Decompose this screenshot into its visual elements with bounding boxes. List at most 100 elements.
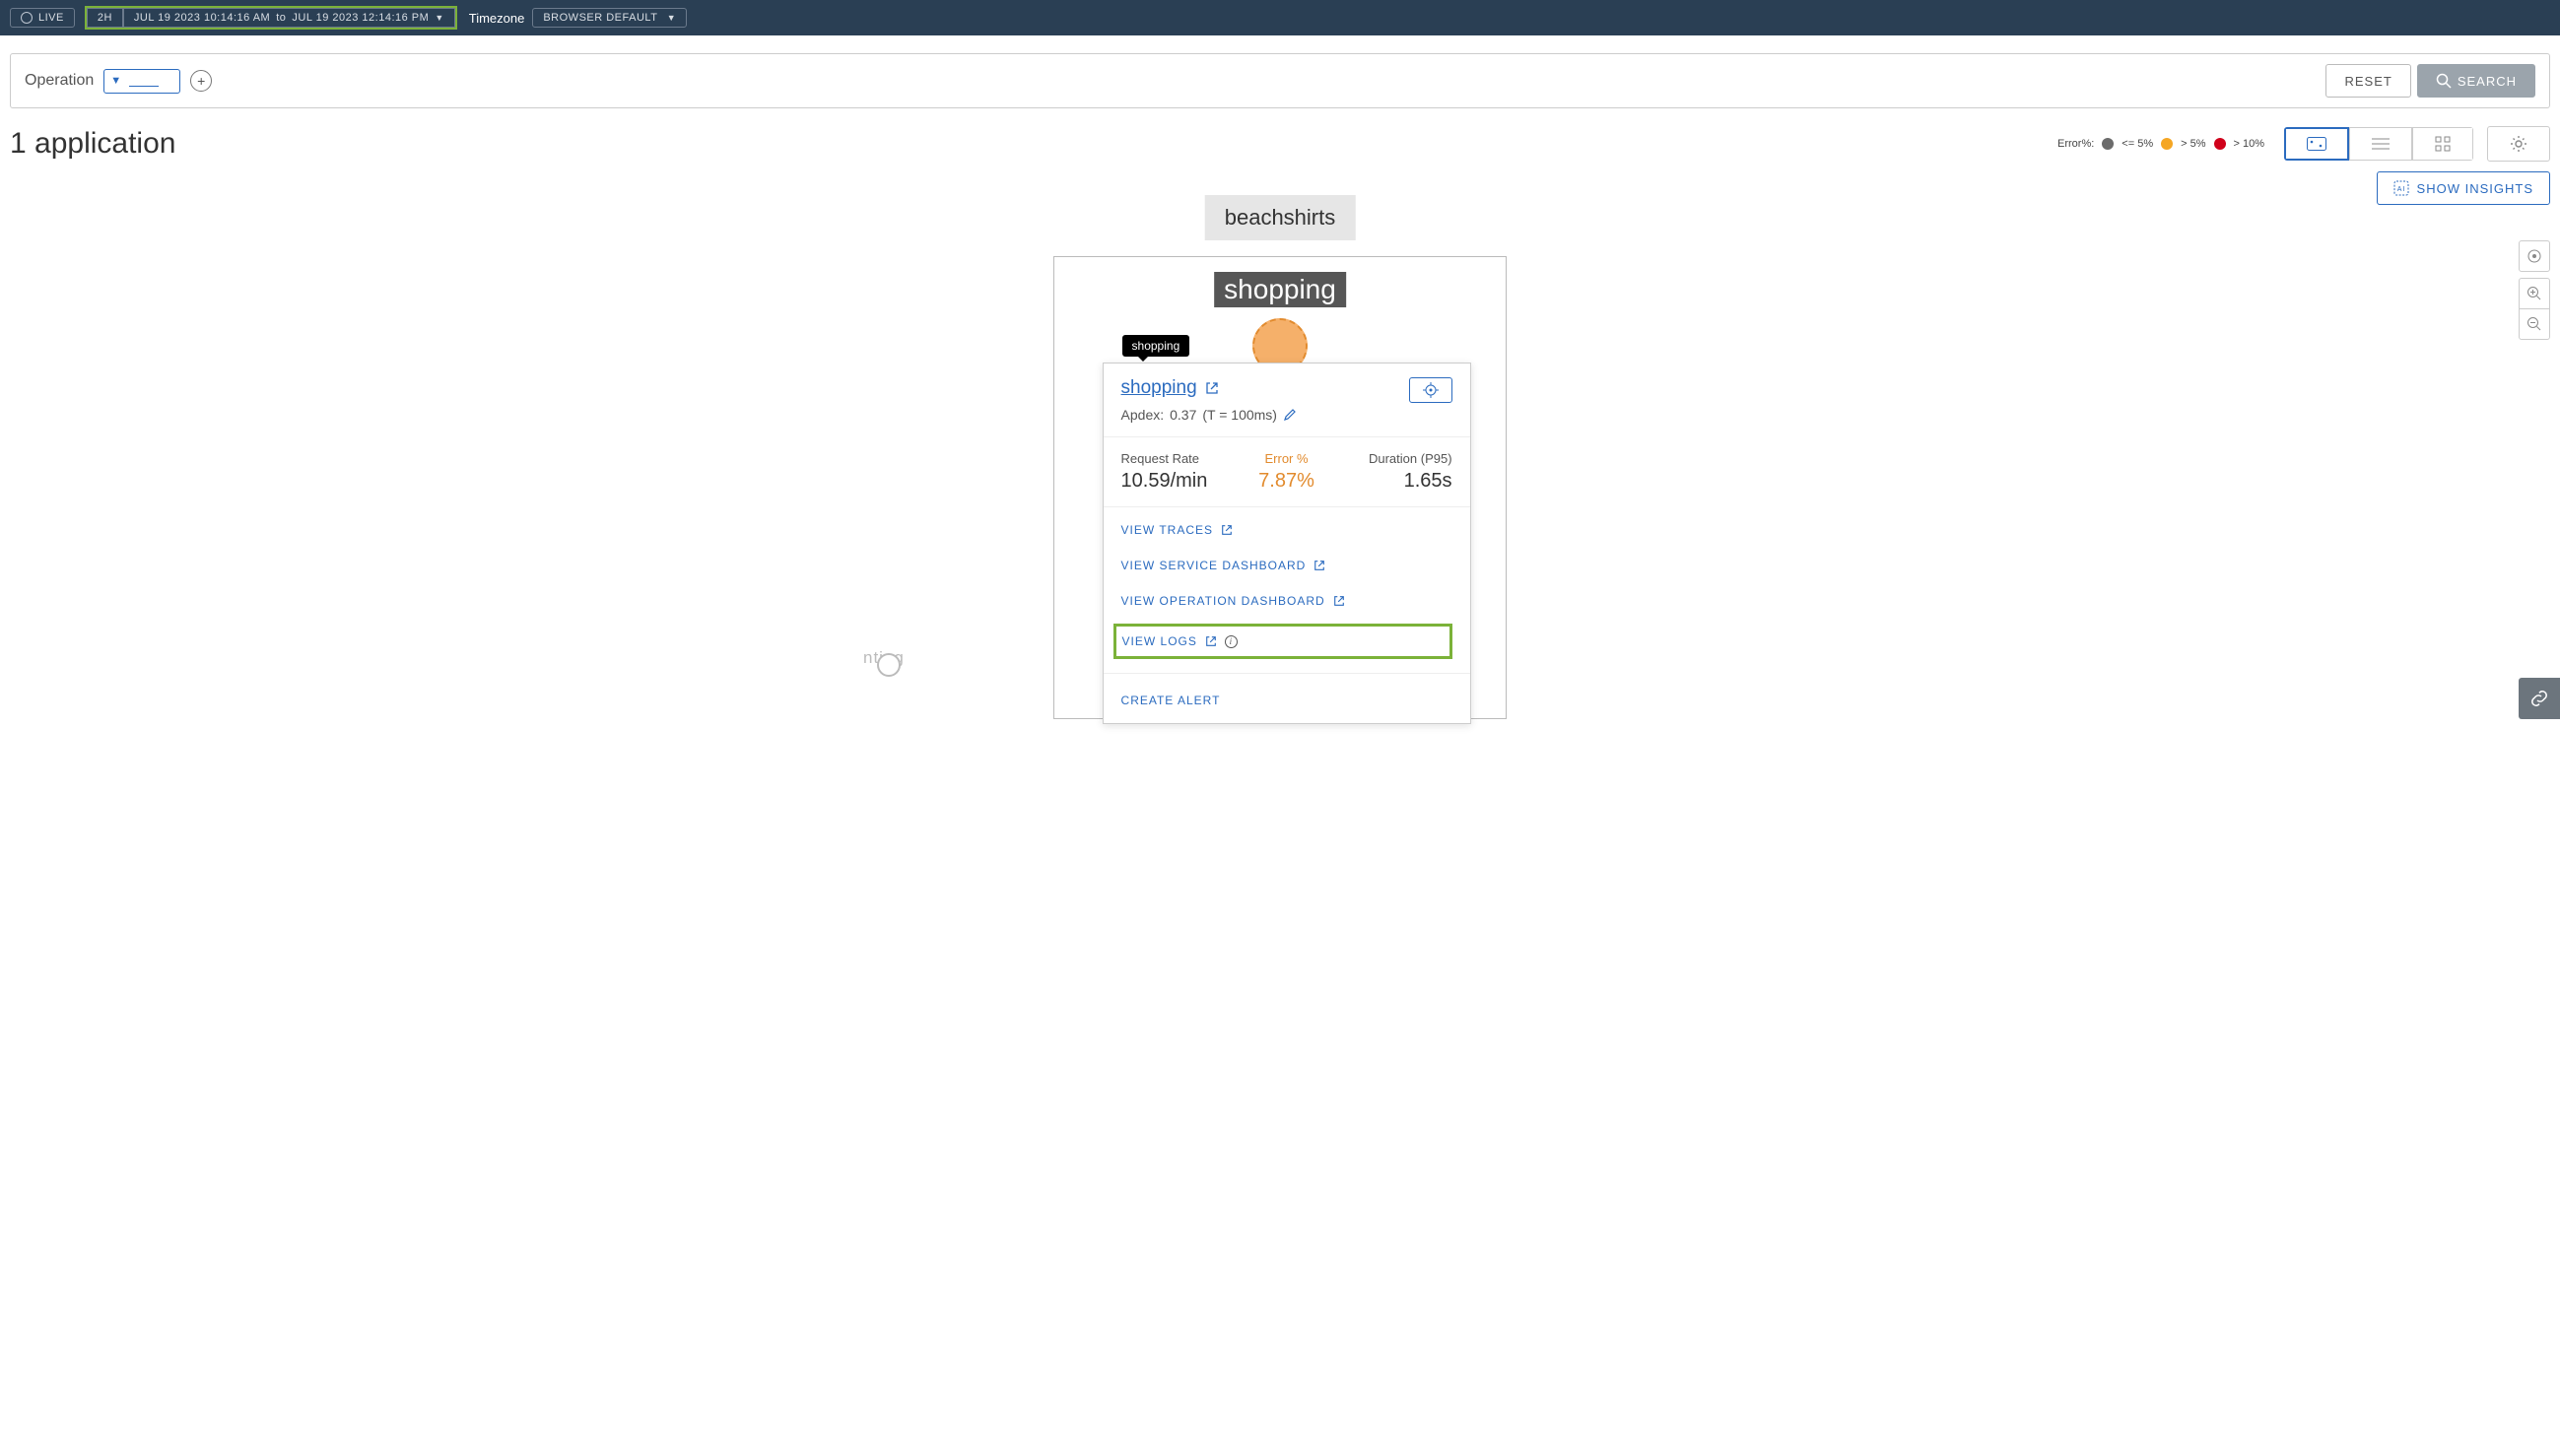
metric-label: Request Rate bbox=[1121, 451, 1232, 466]
service-title-link[interactable]: shopping bbox=[1121, 377, 1197, 399]
service-popover: shopping Apdex: 0.37 (T = 100ms) bbox=[1103, 363, 1471, 724]
view-operation-dashboard-link[interactable]: VIEW OPERATION DASHBOARD bbox=[1121, 588, 1452, 614]
show-insights-label: SHOW INSIGHTS bbox=[2417, 181, 2533, 196]
link-label: VIEW OPERATION DASHBOARD bbox=[1121, 594, 1325, 608]
chevron-down-icon: ▼ bbox=[667, 13, 676, 23]
grid-view-icon bbox=[2435, 136, 2451, 152]
duration-pill[interactable]: 2H bbox=[87, 8, 123, 28]
search-button[interactable]: SEARCH bbox=[2417, 64, 2535, 98]
info-icon[interactable]: i bbox=[1225, 635, 1238, 648]
gear-icon bbox=[2510, 135, 2527, 153]
dot-orange-icon bbox=[2161, 138, 2173, 150]
chevron-down-icon: ▼ bbox=[110, 75, 121, 87]
view-traces-link[interactable]: VIEW TRACES bbox=[1121, 517, 1452, 543]
metric-value: 10.59/min bbox=[1121, 470, 1232, 493]
link-label: VIEW LOGS bbox=[1122, 634, 1197, 648]
viewmode-list-button[interactable] bbox=[2349, 127, 2412, 161]
recenter-button[interactable] bbox=[2519, 240, 2550, 272]
apdex-value: 0.37 bbox=[1170, 407, 1196, 423]
external-link-icon bbox=[1314, 560, 1325, 571]
settings-button[interactable] bbox=[2487, 126, 2550, 162]
operation-input-underline bbox=[129, 75, 159, 87]
external-link-icon bbox=[1221, 524, 1233, 536]
metric-duration: Duration (P95) 1.65s bbox=[1342, 451, 1452, 493]
view-logs-link[interactable]: VIEW LOGS i bbox=[1113, 624, 1452, 659]
link-label: VIEW SERVICE DASHBOARD bbox=[1121, 559, 1307, 572]
pencil-icon bbox=[1283, 408, 1297, 422]
legend-gt10: > 10% bbox=[2234, 138, 2265, 150]
live-indicator-icon bbox=[21, 12, 33, 24]
show-insights-button[interactable]: AI SHOW INSIGHTS bbox=[2377, 171, 2550, 205]
search-label: SEARCH bbox=[2458, 74, 2517, 89]
error-legend: Error%: <= 5% > 5% > 10% bbox=[2057, 138, 2264, 150]
viewmode-grid-button[interactable] bbox=[2412, 127, 2473, 161]
application-name-label: beachshirts bbox=[1205, 195, 1356, 240]
timezone-value: BROWSER DEFAULT bbox=[543, 12, 657, 24]
create-alert-link[interactable]: CREATE ALERT bbox=[1121, 688, 1452, 713]
operation-label: Operation bbox=[25, 72, 94, 90]
apdex-label: Apdex: bbox=[1121, 407, 1165, 423]
legend-le5: <= 5% bbox=[2122, 138, 2153, 150]
filter-bar: Operation ▼ + RESET SEARCH bbox=[10, 53, 2550, 108]
view-service-dashboard-link[interactable]: VIEW SERVICE DASHBOARD bbox=[1121, 553, 1452, 578]
link-label: CREATE ALERT bbox=[1121, 694, 1221, 707]
list-view-icon bbox=[2372, 137, 2390, 151]
external-link-icon bbox=[1333, 595, 1345, 607]
timerange-highlight: 2H JUL 19 2023 10:14:16 AM to JUL 19 202… bbox=[85, 6, 457, 30]
duration-value: 2H bbox=[98, 12, 112, 24]
live-label: LIVE bbox=[38, 12, 64, 24]
metric-label: Duration (P95) bbox=[1342, 451, 1452, 466]
external-link-icon bbox=[1205, 381, 1219, 395]
date-from: JUL 19 2023 10:14:16 AM bbox=[134, 12, 270, 24]
dot-red-icon bbox=[2214, 138, 2226, 150]
zoom-controls bbox=[2519, 240, 2550, 346]
timezone-select[interactable]: BROWSER DEFAULT ▼ bbox=[532, 8, 687, 28]
zoom-out-icon bbox=[2526, 316, 2542, 332]
date-sep: to bbox=[276, 12, 286, 24]
apdex-threshold: (T = 100ms) bbox=[1202, 407, 1277, 423]
edit-apdex-button[interactable] bbox=[1283, 408, 1297, 422]
daterange-picker[interactable]: JUL 19 2023 10:14:16 AM to JUL 19 2023 1… bbox=[123, 8, 455, 28]
link-label: VIEW TRACES bbox=[1121, 523, 1213, 537]
share-link-button[interactable] bbox=[2519, 678, 2560, 719]
service-popover-wrapper: shopping shopping Apdex: 0.37 (T = 100ms… bbox=[1103, 363, 1471, 724]
popover-header: shopping Apdex: 0.37 (T = 100ms) bbox=[1104, 364, 1470, 437]
timezone-label: Timezone bbox=[469, 11, 525, 26]
service-name-label: shopping bbox=[1214, 272, 1346, 307]
divider bbox=[1104, 673, 1470, 674]
chevron-down-icon: ▼ bbox=[435, 13, 443, 23]
plus-icon: + bbox=[197, 73, 205, 89]
metric-error: Error % 7.87% bbox=[1232, 451, 1342, 493]
metric-value: 1.65s bbox=[1342, 470, 1452, 493]
crosshair-icon bbox=[1423, 382, 1439, 398]
svg-text:AI: AI bbox=[2396, 186, 2405, 193]
ai-icon: AI bbox=[2393, 180, 2409, 196]
search-icon bbox=[2436, 73, 2452, 89]
title-row: 1 application Error%: <= 5% > 5% > 10% bbox=[0, 108, 2560, 171]
locate-service-button[interactable] bbox=[1409, 377, 1452, 403]
page-title: 1 application bbox=[10, 127, 175, 161]
zoom-in-icon bbox=[2526, 286, 2542, 301]
metrics-row: Request Rate 10.59/min Error % 7.87% Dur… bbox=[1104, 437, 1470, 507]
service-tooltip-tag: shopping bbox=[1122, 335, 1190, 357]
target-icon bbox=[2526, 248, 2542, 264]
zoom-out-button[interactable] bbox=[2519, 308, 2550, 340]
service-map-canvas[interactable]: beachshirts shopping nting shopping shop… bbox=[10, 205, 2550, 816]
popover-links: VIEW TRACES VIEW SERVICE DASHBOARD VIEW … bbox=[1104, 507, 1470, 723]
other-service-node[interactable] bbox=[877, 653, 901, 677]
live-button[interactable]: LIVE bbox=[10, 8, 75, 28]
filter-left: Operation ▼ + bbox=[25, 69, 212, 94]
apdex-row: Apdex: 0.37 (T = 100ms) bbox=[1121, 407, 1297, 423]
operation-select[interactable]: ▼ bbox=[103, 69, 180, 94]
metric-request-rate: Request Rate 10.59/min bbox=[1121, 451, 1232, 493]
zoom-in-button[interactable] bbox=[2519, 278, 2550, 309]
link-icon bbox=[2530, 690, 2548, 707]
metric-value: 7.87% bbox=[1232, 470, 1342, 493]
map-view-icon bbox=[2307, 137, 2326, 151]
dot-gray-icon bbox=[2102, 138, 2114, 150]
external-link-icon bbox=[1205, 635, 1217, 647]
legend-gt5: > 5% bbox=[2181, 138, 2205, 150]
viewmode-map-button[interactable] bbox=[2284, 127, 2349, 161]
add-filter-button[interactable]: + bbox=[190, 70, 212, 92]
reset-button[interactable]: RESET bbox=[2325, 64, 2410, 98]
